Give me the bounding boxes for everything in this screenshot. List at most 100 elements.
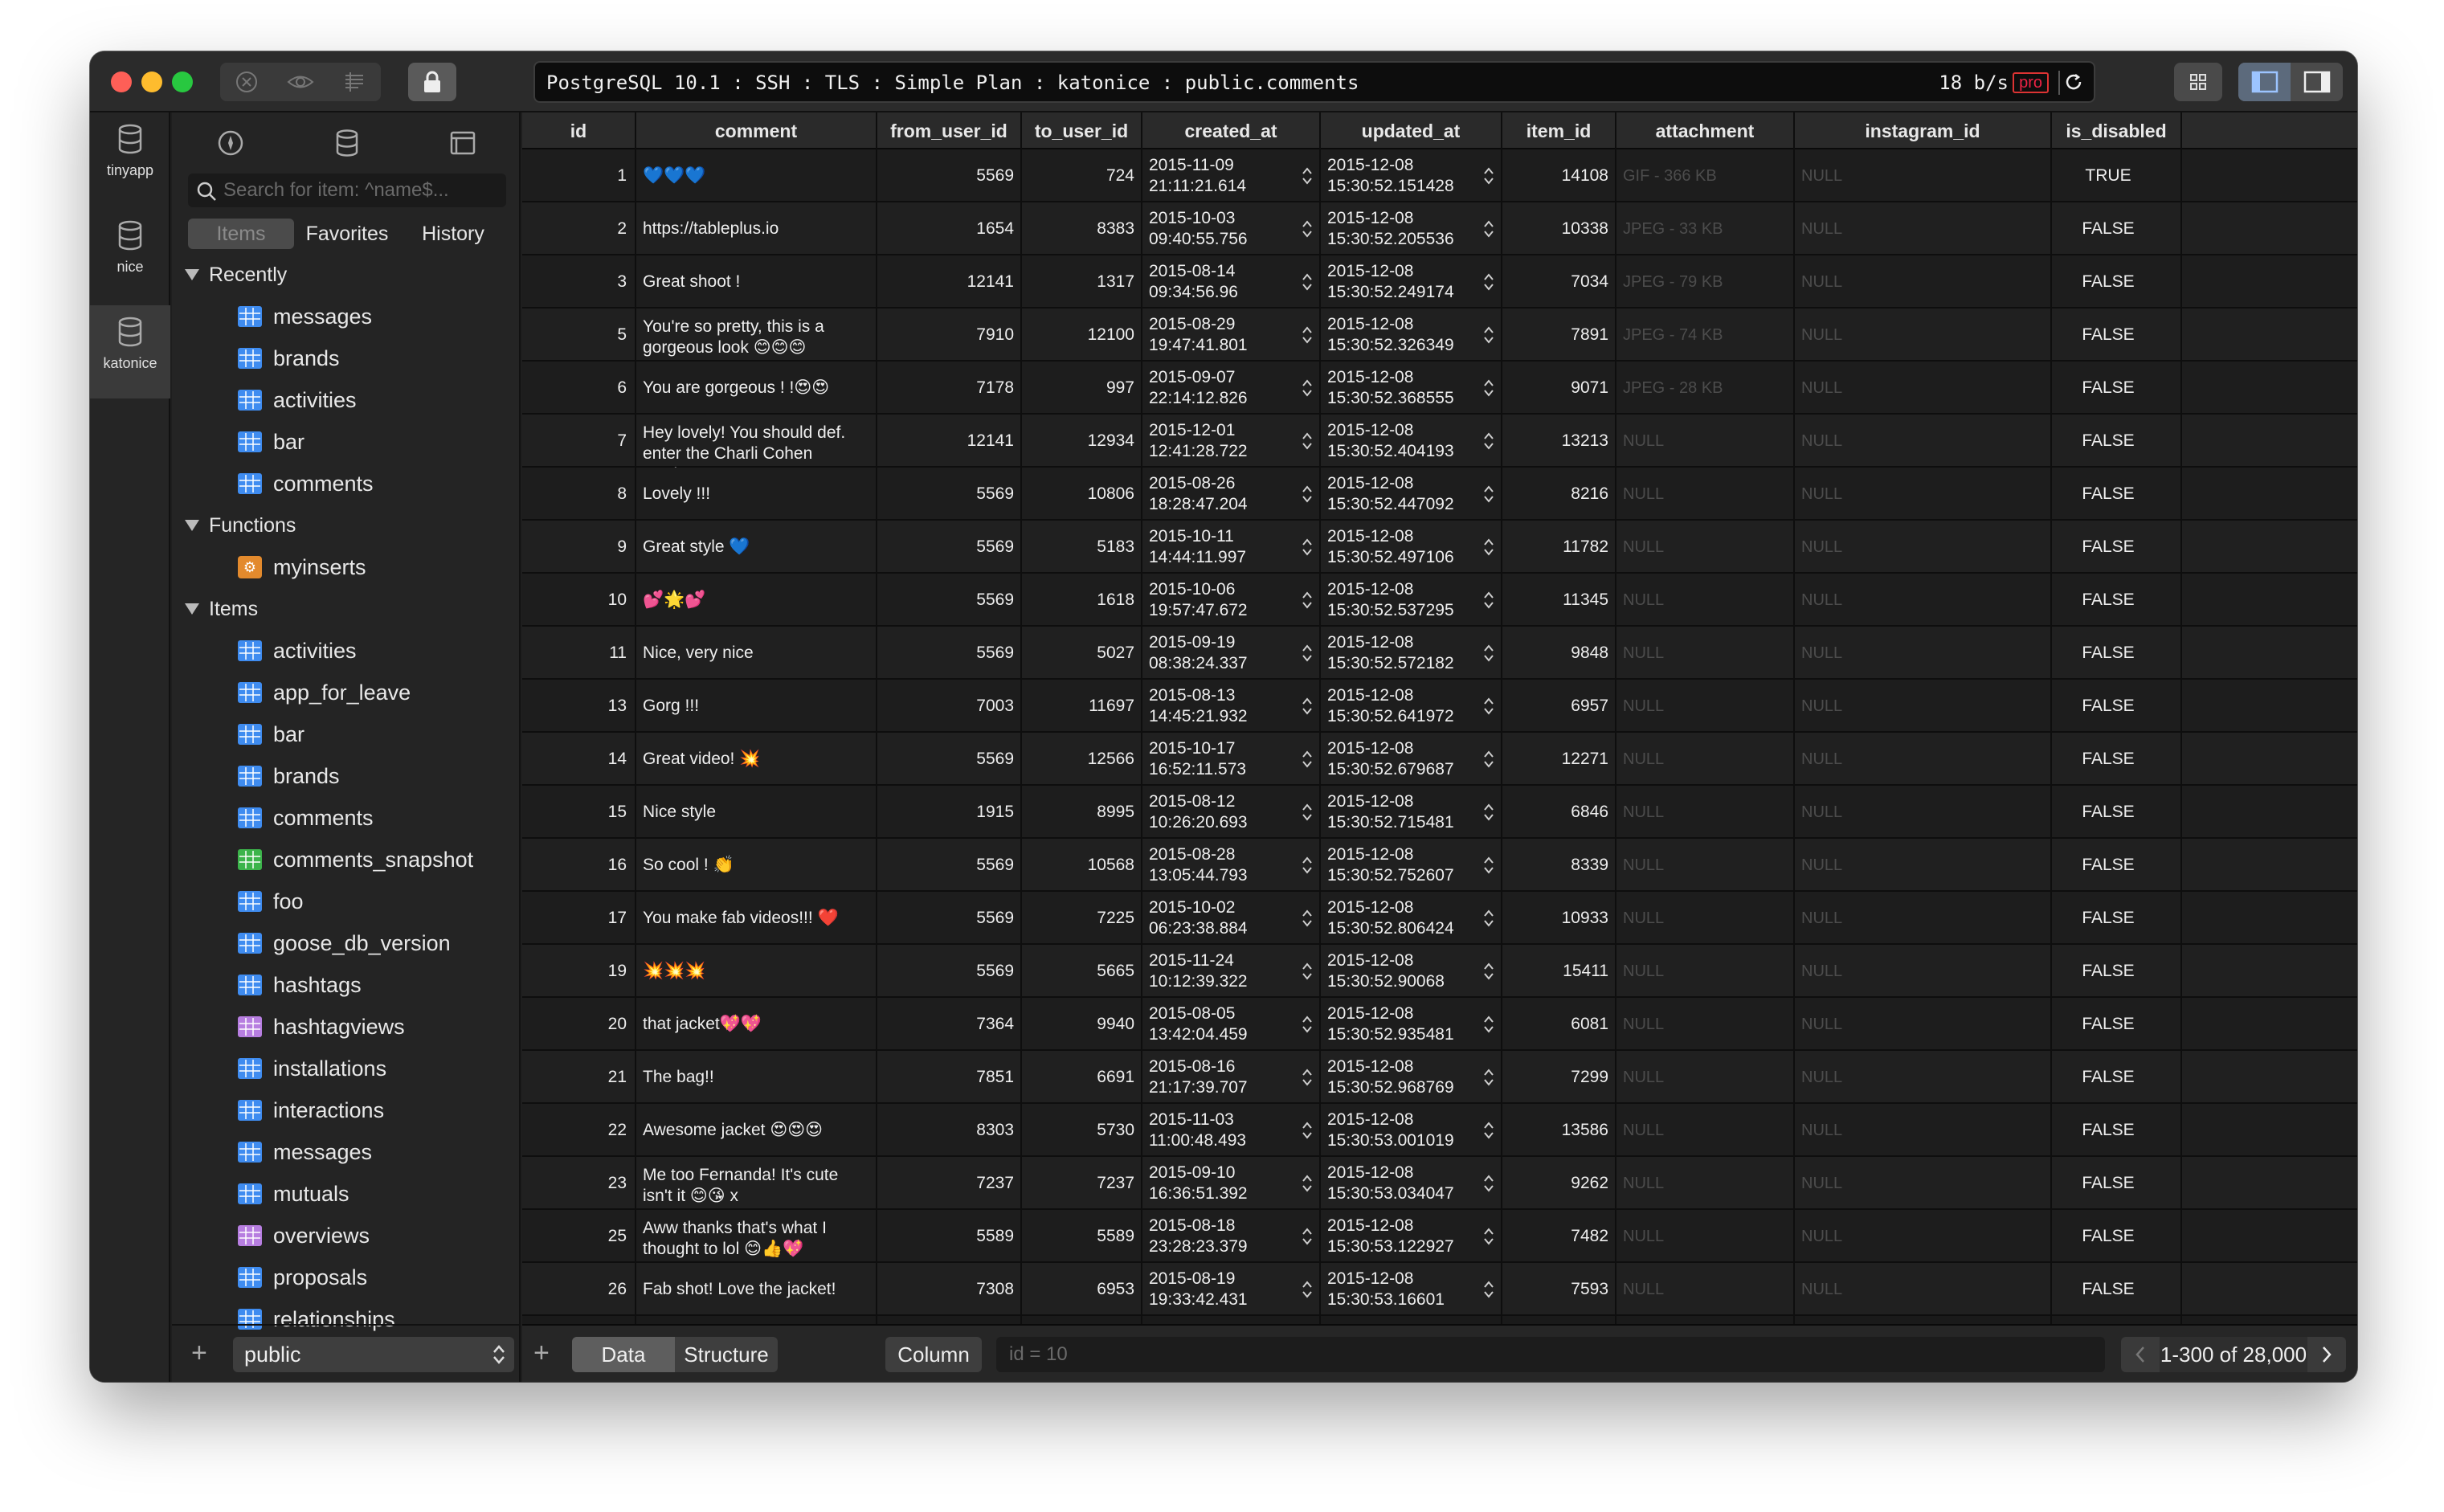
cell-item-id[interactable]: 9848	[1502, 627, 1616, 680]
cell-updated-at[interactable]: 2015-12-08 15:30:52.497106	[1321, 521, 1502, 574]
cell-updated-at[interactable]: 2015-12-08 15:30:52.715481	[1321, 786, 1502, 839]
cell-id[interactable]: 26	[522, 1263, 636, 1316]
cell-updated-at[interactable]: 2015-12-08 15:30:52.537295	[1321, 574, 1502, 627]
cell-comment[interactable]: Great style 💙	[636, 521, 877, 574]
cell-is-disabled[interactable]: FALSE	[2052, 786, 2182, 839]
cell-instagram-id[interactable]: NULL	[1795, 309, 2052, 362]
updown-icon[interactable]	[1302, 696, 1313, 722]
table-row[interactable]: 3 Great shoot ! 12141 1317 2015-08-14 09:34:5…	[522, 255, 2357, 309]
cell-item-id[interactable]: 7034	[1502, 255, 1616, 309]
cell-attachment[interactable]: NULL	[1616, 786, 1795, 839]
cell-to-user-id[interactable]: 5730	[1022, 1104, 1142, 1157]
cell-updated-at[interactable]: 2015-12-08 15:30:52.572182	[1321, 627, 1502, 680]
updown-icon[interactable]	[1302, 961, 1313, 987]
tree-item[interactable]: foo	[172, 881, 521, 922]
cell-is-disabled[interactable]: FALSE	[2052, 415, 2182, 468]
cell-instagram-id[interactable]: NULL	[1795, 680, 2052, 733]
updown-icon[interactable]	[1483, 537, 1494, 563]
cell-created-at[interactable]: 2015-10-06 19:57:47.672	[1142, 574, 1321, 627]
updown-icon[interactable]	[1483, 1120, 1494, 1146]
cell-instagram-id[interactable]: NULL	[1795, 574, 2052, 627]
cell-item-id[interactable]: 14108	[1502, 149, 1616, 202]
cell-instagram-id[interactable]: NULL	[1795, 945, 2052, 998]
cell-attachment[interactable]: NULL	[1616, 1051, 1795, 1104]
table-row[interactable]: 19 💥💥💥 5569 5665 2015-11-24 10:12:39.322 2015-…	[522, 945, 2357, 998]
updown-icon[interactable]	[1483, 272, 1494, 298]
cell-updated-at[interactable]: 2015-12-08 15:30:53.034047	[1321, 1157, 1502, 1210]
cell-comment[interactable]: 💙💙💙	[636, 149, 877, 202]
updown-icon[interactable]	[1483, 1067, 1494, 1093]
cell-to-user-id[interactable]: 11697	[1022, 680, 1142, 733]
cell-id[interactable]: 6	[522, 362, 636, 415]
tree-item[interactable]: interactions	[172, 1089, 521, 1131]
table-row[interactable]: 16 So cool ! 👏 5569 10568 2015-08-28 13:05:44…	[522, 839, 2357, 892]
updown-icon[interactable]	[1483, 590, 1494, 616]
cell-item-id[interactable]: 15411	[1502, 945, 1616, 998]
cell-from-user-id[interactable]: 7910	[877, 309, 1022, 362]
tree-item[interactable]: comments	[172, 797, 521, 839]
cell-item-id[interactable]: 6846	[1502, 786, 1616, 839]
tree-item[interactable]: hashtagviews	[172, 1006, 521, 1048]
cell-comment[interactable]: 💥💥💥	[636, 945, 877, 998]
cell-created-at[interactable]: 2015-11-09 21:11:21.614	[1142, 149, 1321, 202]
safe-mode-button[interactable]	[408, 63, 456, 101]
updown-icon[interactable]	[1483, 219, 1494, 245]
cell-instagram-id[interactable]: NULL	[1795, 202, 2052, 255]
refresh-button[interactable]	[2062, 70, 2086, 94]
updown-icon[interactable]	[1302, 643, 1313, 669]
toggle-left-panel-button[interactable]	[2238, 63, 2291, 101]
cell-is-disabled[interactable]: FALSE	[2052, 202, 2182, 255]
cell-created-at[interactable]: 2015-11-03 11:00:48.493	[1142, 1104, 1321, 1157]
column-header-to-user-id[interactable]: to_user_id	[1022, 112, 1142, 149]
cell-instagram-id[interactable]: NULL	[1795, 1210, 2052, 1263]
column-header-id[interactable]: id	[522, 112, 636, 149]
cell-from-user-id[interactable]: 12141	[877, 415, 1022, 468]
cell-comment[interactable]: Great video! 💥	[636, 733, 877, 786]
cell-comment[interactable]: https://tableplus.io	[636, 202, 877, 255]
cell-created-at[interactable]: 2015-08-19 19:33:42.431	[1142, 1263, 1321, 1316]
cell-attachment[interactable]: NULL	[1616, 680, 1795, 733]
updown-icon[interactable]	[1302, 1067, 1313, 1093]
cell-item-id[interactable]: 6957	[1502, 680, 1616, 733]
tab-structure[interactable]: Structure	[675, 1337, 778, 1372]
cell-updated-at[interactable]: 2015-12-08 15:30:52.326349	[1321, 309, 1502, 362]
cell-comment[interactable]: 💕🌟💕	[636, 574, 877, 627]
cell-id[interactable]: 8	[522, 468, 636, 521]
updown-icon[interactable]	[1302, 1173, 1313, 1199]
tree-item[interactable]: messages	[172, 1131, 521, 1173]
updown-icon[interactable]	[1483, 1173, 1494, 1199]
table-row[interactable]: 8 Lovely !!! 5569 10806 2015-08-26 18:28:47.2…	[522, 468, 2357, 521]
tree-item[interactable]: bar	[172, 421, 521, 463]
cell-instagram-id[interactable]: NULL	[1795, 1263, 2052, 1316]
cell-id[interactable]: 15	[522, 786, 636, 839]
updown-icon[interactable]	[1483, 855, 1494, 881]
cell-created-at[interactable]: 2015-10-17 16:52:11.573	[1142, 733, 1321, 786]
tree-item[interactable]: ⚙ myinserts	[172, 546, 521, 588]
cell-comment[interactable]: that jacket💖💖	[636, 998, 877, 1051]
cell-updated-at[interactable]: 2015-12-08 15:30:52.151428	[1321, 149, 1502, 202]
updown-icon[interactable]	[1302, 1014, 1313, 1040]
filter-input[interactable]	[996, 1337, 2105, 1372]
search-input[interactable]	[223, 174, 497, 207]
cell-is-disabled[interactable]: FALSE	[2052, 892, 2182, 945]
cell-item-id[interactable]: 9262	[1502, 1157, 1616, 1210]
connection-nice[interactable]: nice	[90, 209, 170, 302]
cell-is-disabled[interactable]: FALSE	[2052, 1263, 2182, 1316]
cell-created-at[interactable]: 2015-10-02 06:23:38.884	[1142, 892, 1321, 945]
cell-is-disabled[interactable]: FALSE	[2052, 733, 2182, 786]
tree-section-recently[interactable]: Recently	[172, 254, 521, 296]
updown-icon[interactable]	[1302, 431, 1313, 457]
cell-created-at[interactable]: 2015-08-16 21:17:39.707	[1142, 1051, 1321, 1104]
cell-is-disabled[interactable]: FALSE	[2052, 1104, 2182, 1157]
cell-instagram-id[interactable]: NULL	[1795, 1051, 2052, 1104]
updown-icon[interactable]	[1483, 1226, 1494, 1253]
cell-from-user-id[interactable]: 5569	[877, 468, 1022, 521]
tree-section-items[interactable]: Items	[172, 588, 521, 630]
cell-created-at[interactable]: 2015-10-03 09:40:55.756	[1142, 202, 1321, 255]
cell-attachment[interactable]: NULL	[1616, 998, 1795, 1051]
updown-icon[interactable]	[1302, 325, 1313, 351]
cell-created-at[interactable]: 2015-10-11 14:44:11.997	[1142, 521, 1321, 574]
cell-is-disabled[interactable]: FALSE	[2052, 1157, 2182, 1210]
connection-katonice[interactable]: katonice	[90, 305, 170, 398]
updown-icon[interactable]	[1483, 1014, 1494, 1040]
